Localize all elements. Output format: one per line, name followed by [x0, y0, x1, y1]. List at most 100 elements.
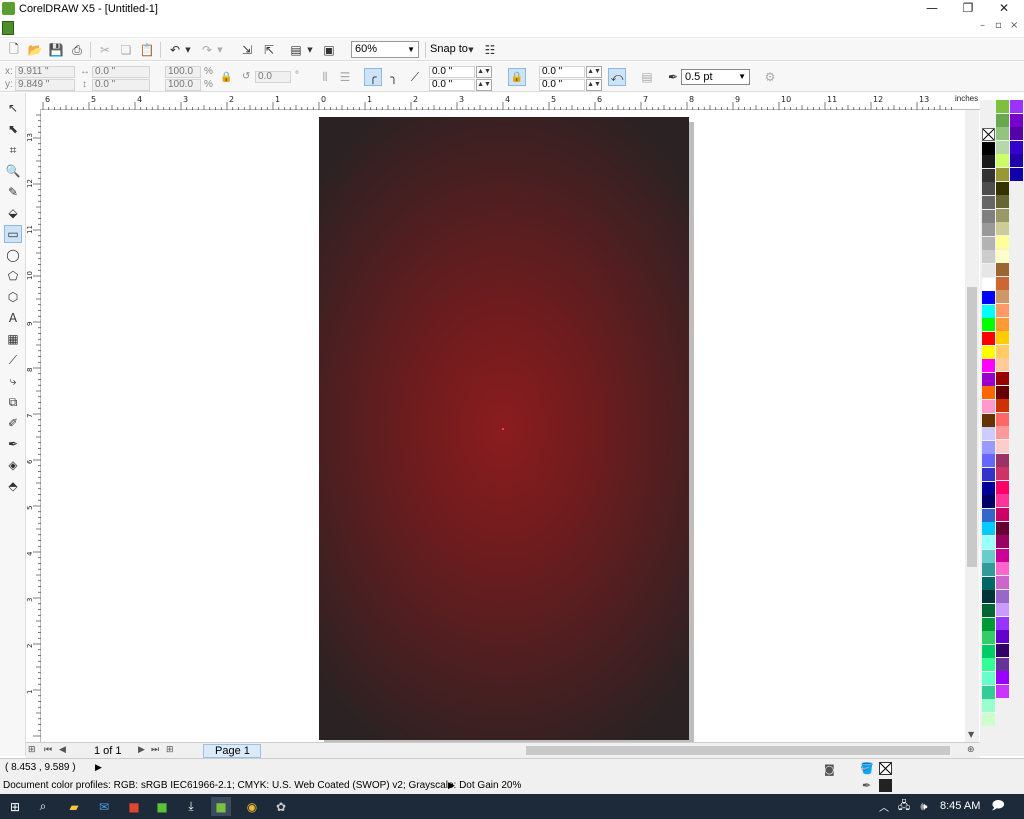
color-swatch[interactable] — [982, 236, 995, 250]
last-page-icon[interactable]: ⏭ — [151, 745, 159, 755]
color-swatch[interactable] — [982, 372, 995, 386]
color-swatch[interactable] — [982, 359, 995, 373]
vertical-ruler[interactable]: 13 12 11 10 9 8 7 6 5 4 3 2 1 — [26, 110, 41, 742]
download-icon[interactable]: ⤓ — [181, 797, 201, 816]
color-swatch[interactable] — [996, 358, 1009, 372]
new-document-icon[interactable]: 🗋 — [5, 41, 23, 59]
color-swatch[interactable] — [996, 140, 1009, 154]
color-swatch[interactable] — [982, 182, 995, 196]
color-swatch[interactable] — [996, 372, 1009, 385]
y-position-field[interactable]: 9.849 " — [15, 79, 75, 91]
no-color-swatch[interactable] — [982, 128, 995, 141]
corner-spinner-icon[interactable]: ▲▼ — [476, 66, 492, 78]
launcher-dropdown-icon[interactable]: ▼ — [305, 41, 315, 59]
search-icon[interactable]: ⌕ — [33, 797, 53, 816]
crop-tool-icon[interactable]: ⌗ — [4, 141, 22, 159]
color-swatch[interactable] — [982, 576, 995, 590]
previous-page-icon[interactable]: ◀ — [59, 745, 66, 755]
color-swatch[interactable] — [996, 249, 1009, 263]
color-swatch[interactable] — [996, 276, 1009, 290]
mirror-horizontal-icon[interactable]: ⫴ — [316, 68, 334, 86]
color-swatch[interactable] — [996, 154, 1009, 168]
fill-none-swatch[interactable] — [879, 762, 892, 775]
scale-y-field[interactable]: 100.0 — [165, 79, 201, 91]
undo-dropdown-icon[interactable]: ▼ — [183, 41, 193, 59]
import-icon[interactable]: ⇲ — [238, 41, 256, 59]
color-swatch[interactable] — [982, 168, 995, 182]
color-swatch[interactable] — [1010, 168, 1023, 181]
color-swatch[interactable] — [982, 508, 995, 522]
copy-icon[interactable]: ❏ — [117, 41, 135, 59]
fill-tool-icon[interactable]: ◈ — [4, 456, 22, 474]
welcome-screen-icon[interactable]: ▣ — [320, 41, 338, 59]
export-icon[interactable]: ⇱ — [260, 41, 278, 59]
ellipse-tool-icon[interactable]: ◯ — [4, 246, 22, 264]
outline-tool-icon[interactable]: ✒ — [4, 435, 22, 453]
coreldraw-taskbar-icon[interactable]: ■ — [211, 797, 231, 816]
dimension-tool-icon[interactable]: ⟋ — [4, 351, 22, 369]
corner-top-left-field[interactable]: 0.0 " — [429, 66, 475, 78]
color-swatch[interactable] — [982, 155, 995, 169]
lock-ratio-icon[interactable]: 🔒 — [220, 72, 232, 83]
show-hidden-icons-icon[interactable]: ︿ — [874, 797, 894, 816]
color-swatch[interactable] — [982, 250, 995, 264]
color-swatch[interactable] — [982, 631, 995, 645]
corner-spinner-icon[interactable]: ▲▼ — [476, 79, 492, 91]
color-swatch[interactable] — [982, 196, 995, 209]
width-field[interactable]: 0.0 " — [92, 66, 150, 78]
color-swatch[interactable] — [982, 400, 995, 413]
doc-minimize-button[interactable]: – — [980, 20, 985, 31]
color-swatch[interactable] — [996, 535, 1009, 549]
color-swatch[interactable] — [982, 468, 995, 481]
pick-tool-icon[interactable]: ↖ — [4, 99, 22, 117]
cut-icon[interactable]: ✂ — [96, 41, 114, 59]
horizontal-ruler[interactable]: 6 5 4 3 2 1 0 1 2 3 4 5 6 7 8 9 10 11 12 13 — [40, 93, 980, 110]
minimize-button[interactable]: — — [914, 0, 950, 18]
color-swatch[interactable] — [982, 617, 995, 631]
network-icon[interactable]: 🖧 — [894, 797, 914, 816]
doc-restore-button[interactable]: ▫ — [995, 20, 1002, 31]
color-swatch[interactable] — [996, 576, 1009, 589]
smart-fill-tool-icon[interactable]: ⬙ — [4, 204, 22, 222]
color-swatch[interactable] — [982, 495, 995, 509]
color-swatch[interactable] — [996, 181, 1009, 195]
snap-status-icon[interactable]: ◙ — [824, 763, 835, 776]
color-swatch[interactable] — [982, 481, 995, 495]
x-position-field[interactable]: 9.911 " — [15, 66, 75, 78]
windows-start-icon[interactable]: ⊞ — [5, 797, 25, 816]
color-swatch[interactable] — [982, 590, 995, 604]
color-swatch[interactable] — [982, 536, 995, 549]
redo-icon[interactable]: ↷ — [198, 41, 216, 59]
color-swatch[interactable] — [982, 318, 995, 332]
application-launcher-icon[interactable]: ▤ — [287, 41, 305, 59]
print-icon[interactable]: ⎙ — [68, 41, 86, 59]
color-swatch[interactable] — [996, 100, 1009, 113]
color-swatch[interactable] — [996, 494, 1009, 508]
color-swatch[interactable] — [996, 304, 1009, 317]
freehand-tool-icon[interactable]: ✎ — [4, 183, 22, 201]
color-swatch[interactable] — [982, 644, 995, 658]
add-page-icon[interactable]: ⊞ — [28, 745, 36, 755]
color-swatch[interactable] — [982, 277, 995, 291]
corner-top-right-field[interactable]: 0.0 " — [539, 66, 585, 78]
table-tool-icon[interactable]: ▦ — [4, 330, 22, 348]
color-swatch[interactable] — [1010, 140, 1023, 154]
paste-icon[interactable]: 📋 — [138, 41, 156, 59]
save-icon[interactable]: 💾 — [47, 41, 65, 59]
file-explorer-icon[interactable]: ▰ — [64, 797, 84, 816]
blend-tool-icon[interactable]: ⧉ — [4, 393, 22, 411]
outline-color-swatch[interactable] — [879, 779, 892, 792]
convert-to-curves-icon[interactable]: ⚙ — [761, 68, 779, 86]
add-page-after-icon[interactable]: ⊞ — [166, 745, 174, 755]
color-swatch[interactable] — [996, 412, 1009, 426]
text-tool-icon[interactable]: A — [4, 309, 22, 327]
horizontal-scrollbar[interactable] — [512, 745, 964, 756]
color-swatch[interactable] — [982, 672, 995, 685]
corner-bottom-right-field[interactable]: 0.0 " — [539, 79, 585, 91]
color-swatch[interactable] — [982, 712, 995, 726]
zoom-tool-icon[interactable]: 🔍 — [4, 162, 22, 180]
color-swatch[interactable] — [996, 589, 1009, 603]
height-field[interactable]: 0.0 " — [92, 79, 150, 91]
chrome-icon[interactable]: ◉ — [242, 797, 262, 816]
relative-corner-scaling-icon[interactable]: ⤺ — [608, 68, 626, 86]
